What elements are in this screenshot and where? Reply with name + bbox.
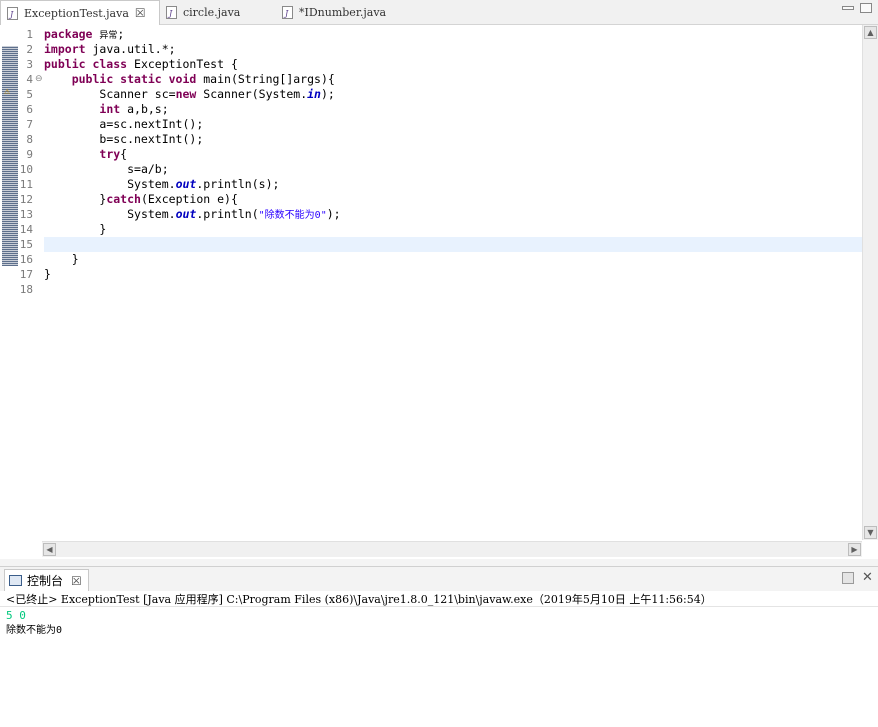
scroll-left-icon[interactable]: ◀ [43,543,56,556]
svg-text:J: J [283,9,289,18]
scroll-up-icon[interactable]: ▲ [864,26,877,39]
fold-collapse-icon[interactable]: ⊖ [35,72,43,87]
change-overview-ruler [2,46,18,266]
code-line: try{ [99,147,128,161]
tab-label: circle.java [183,5,241,19]
line-number-gutter: 1 2 3 4 ⊖ 5 6 7 8 9 10 11 12 13 14 15 16… [18,25,43,540]
close-icon[interactable]: ✕ [862,571,874,584]
code-line: Scanner sc=new Scanner(System.in); [99,87,335,101]
maximize-icon[interactable] [860,3,872,13]
code-line: System.out.println("除数不能为0"); [127,207,341,221]
tab-exceptiontest[interactable]: J ExceptionTest.java ☒ [0,0,160,25]
code-text-area[interactable]: package 异常; import java.util.*; public c… [44,25,862,540]
tab-idnumber[interactable]: J *IDnumber.java [276,0,406,24]
code-line: public class ExceptionTest { [44,57,238,71]
line-number: 6 [26,103,33,116]
console-output-line: 除数不能为0 [6,625,63,636]
line-number: 9 [26,148,33,161]
minimize-icon[interactable] [842,6,854,10]
code-line: } [44,267,51,281]
tab-circle[interactable]: J circle.java [160,0,270,24]
console-tab-label: 控制台 [27,574,64,588]
line-number: 18 [19,283,33,296]
line-number: 15 [19,238,33,251]
line-number: 1 [26,28,33,41]
line-number: 14 [19,223,33,236]
close-tab-icon[interactable]: ☒ [135,6,146,20]
line-number: 8 [26,133,33,146]
code-line: }catch(Exception e){ [99,192,238,206]
java-file-icon: J [282,5,293,19]
code-line: a=sc.nextInt(); [99,117,204,131]
scroll-right-icon[interactable]: ▶ [848,543,861,556]
editor-horizontal-scrollbar[interactable]: ◀ ▶ [42,541,862,557]
editor-vertical-scrollbar[interactable]: ▲ ▼ [862,25,878,540]
code-line: b=sc.nextInt(); [99,132,204,146]
warning-icon[interactable]: ⚠ [4,86,16,98]
java-file-icon: J [7,6,18,20]
line-number: 2 [26,43,33,56]
code-line: int a,b,s; [99,102,169,116]
code-line: } [99,222,107,236]
line-number: 5 [26,88,33,101]
console-window-controls: ✕ [842,571,874,584]
editor-window-controls [842,3,872,13]
line-number: 7 [26,118,33,131]
line-number: 11 [19,178,33,191]
line-number: 10 [19,163,33,176]
java-file-icon: J [166,5,177,19]
code-line: import java.util.*; [44,42,176,56]
scroll-down-icon[interactable]: ▼ [864,526,877,539]
line-number: 13 [19,208,33,221]
line-number: 4 [26,73,33,86]
console-output[interactable]: <已终止> ExceptionTest [Java 应用程序] C:\Progr… [0,591,878,727]
line-number: 3 [26,58,33,71]
code-line: package 异常; [44,27,125,41]
tab-label: ExceptionTest.java [24,6,129,20]
svg-text:J: J [167,9,173,18]
code-line: s=a/b; [127,162,169,176]
close-console-icon[interactable]: ☒ [71,574,82,588]
terminated-status: <已终止> ExceptionTest [Java 应用程序] C:\Progr… [6,593,712,606]
line-number: 16 [19,253,33,266]
tab-label: *IDnumber.java [299,5,387,19]
panel-divider[interactable] [0,559,878,566]
editor-tab-bar: J ExceptionTest.java ☒ J circle.java J *… [0,0,878,25]
code-line: } [71,252,79,266]
line-number: 17 [19,268,33,281]
current-line-highlight [44,237,862,252]
code-line: public static void main(String[]args){ [71,72,335,86]
console-separator [0,606,878,607]
tab-console[interactable]: 控制台 ☒ [4,569,89,591]
line-number: 12 [19,193,33,206]
code-line: System.out.println(s); [127,177,280,191]
console-tab-bar: 控制台 ☒ ✕ [0,566,878,592]
minimize-icon[interactable] [842,572,854,584]
svg-text:J: J [8,10,14,19]
console-icon [9,575,22,586]
console-input-line: 5 0 [6,609,26,622]
